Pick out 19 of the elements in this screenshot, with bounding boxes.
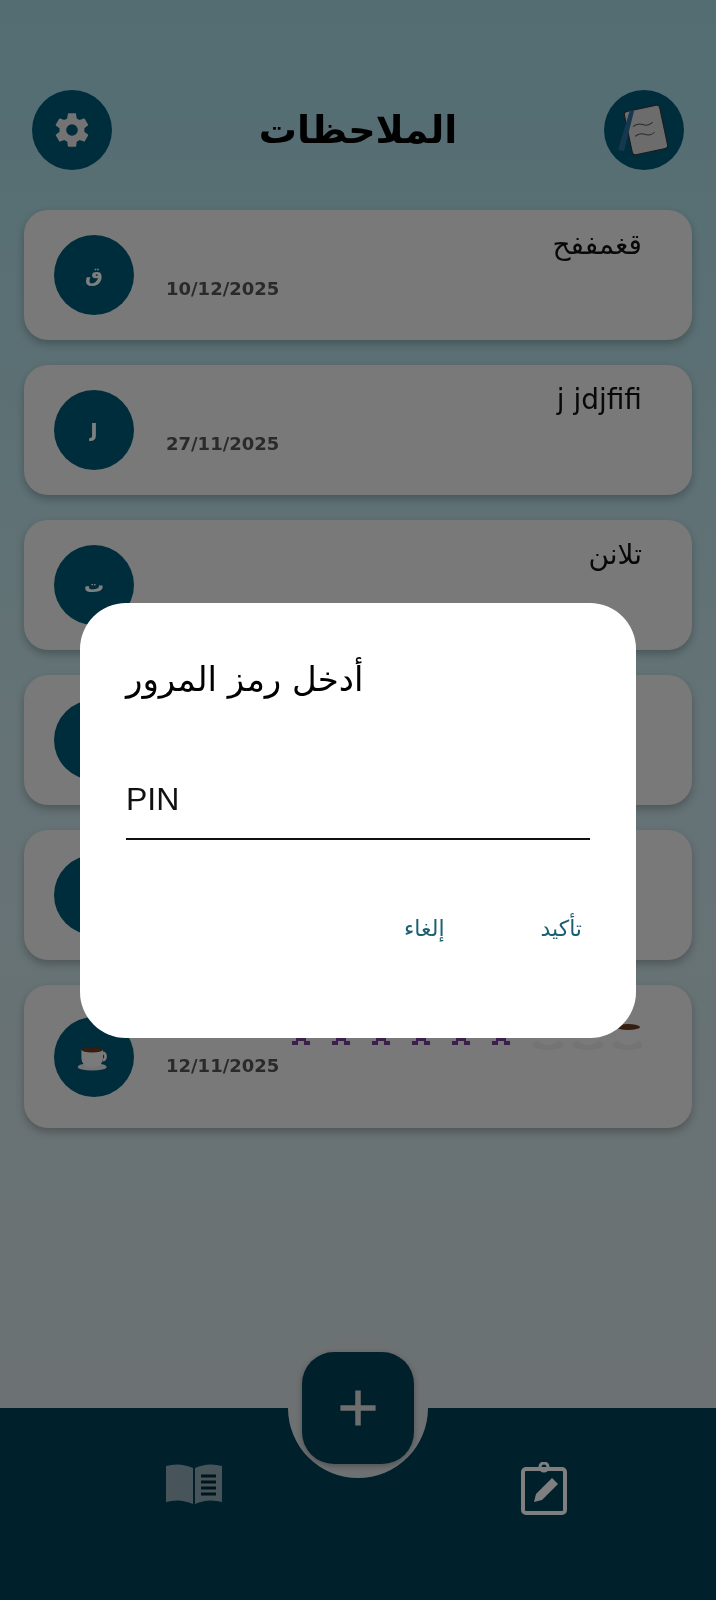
dialog-action-button[interactable]: تأكيد [532, 912, 590, 945]
clipboard-edit-icon [520, 1462, 568, 1516]
notepad-logo-icon [604, 90, 684, 170]
note-date: 27/11/2025 [166, 433, 281, 454]
dialog-title: أدخل رمز المرور [126, 659, 364, 699]
note-card[interactable]: J j jdjfifi 27/11/2025 [24, 365, 692, 495]
add-button[interactable] [302, 1352, 414, 1464]
nav-tab[interactable] [520, 1462, 568, 1516]
avatar-letter: J [90, 418, 98, 442]
note-title: قغمففح [551, 228, 643, 263]
page-title: الملاحظات [258, 108, 458, 152]
note-title: تلانن [587, 538, 643, 573]
note-date: 12/11/2025 [166, 1055, 281, 1076]
avatar-letter: ت [83, 573, 105, 597]
dialog-action-button[interactable]: إلغاء [396, 912, 453, 945]
avatar-letter: ق [85, 263, 103, 287]
open-book-icon [164, 1462, 224, 1506]
note-title: j jdjfifi [555, 383, 643, 418]
note-date: 10/12/2025 [166, 278, 281, 299]
